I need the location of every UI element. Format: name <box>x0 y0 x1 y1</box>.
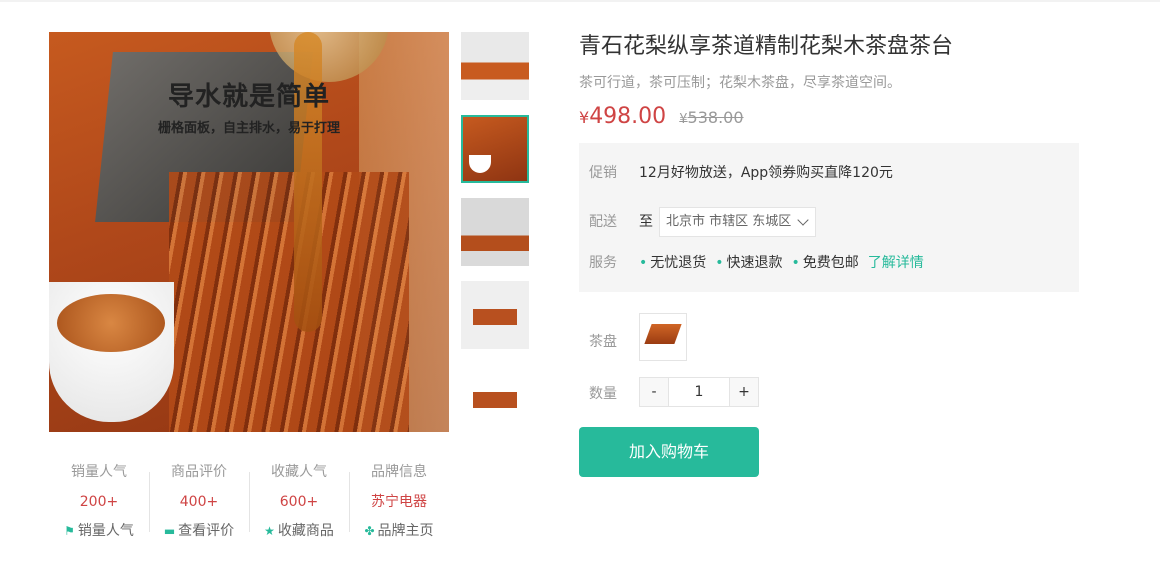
original-price: ¥538.00 <box>679 108 743 127</box>
favorite-link[interactable]: ★ 收藏商品 <box>249 521 349 541</box>
main-product-image: 导水就是简单 栅格面板，自主排水，易于打理 <box>49 32 449 432</box>
stat-value: 苏宁电器 <box>371 494 427 510</box>
top-divider <box>0 0 1160 2</box>
thumbnail-1[interactable] <box>461 32 529 100</box>
thumbnail-2[interactable] <box>461 115 529 183</box>
product-title: 青石花梨纵享茶道精制花梨木茶盘茶台 <box>579 34 954 59</box>
stats-bar: 销量人气 200+ ⚑ 销量人气 商品评价 400+ ▬ 查看评价 收藏人气 600… <box>49 462 449 552</box>
quantity-input[interactable] <box>669 378 729 406</box>
address-select[interactable]: 北京市 市辖区 东城区 <box>659 207 817 237</box>
stat-link-label: 销量人气 <box>77 523 134 539</box>
image-subline: 栅格面板，自主排水，易于打理 <box>157 121 340 136</box>
service-details-link[interactable]: 了解详情 <box>868 255 924 271</box>
star-icon: ★ <box>264 524 275 538</box>
spec-label: 茶盘 <box>589 334 617 350</box>
promo-row: 促销 12月好物放送，App领券购买直降120元 <box>589 163 893 183</box>
service-item: • 免费包邮 <box>792 255 859 271</box>
thumbnail-3[interactable] <box>461 198 529 266</box>
promo-text: 12月好物放送，App领券购买直降120元 <box>639 165 893 181</box>
quantity-stepper: - + <box>639 377 759 407</box>
stat-value: 200+ <box>79 494 119 510</box>
service-row: 服务 • 无忧退货 • 快速退款 • 免费包邮 了解详情 <box>589 253 924 273</box>
product-description: 茶可行道，茶可压制；花梨木茶盘，尽享茶道空间。 <box>579 75 901 91</box>
stat-value: 600+ <box>279 494 319 510</box>
service-text: 快速退款 <box>726 255 783 271</box>
currency-symbol: ¥ <box>579 108 590 127</box>
stat-link-label: 收藏商品 <box>277 523 334 539</box>
chevron-down-icon <box>797 214 809 226</box>
stat-label: 销量人气 <box>71 464 127 480</box>
thumbnail-tray <box>473 309 517 325</box>
currency-symbol: ¥ <box>679 112 688 127</box>
comment-icon: ▬ <box>163 524 176 538</box>
thumbnail-cup <box>469 155 491 173</box>
stat-label: 商品评价 <box>171 464 227 480</box>
spec-option-tray[interactable] <box>639 313 687 361</box>
stat-label: 品牌信息 <box>371 464 427 480</box>
decrease-button[interactable]: - <box>640 378 669 406</box>
current-price: ¥498.00 <box>579 104 666 129</box>
bullet-icon: • <box>715 255 724 271</box>
delivery-prefix: 至 <box>639 214 653 230</box>
add-to-cart-button[interactable]: 加入购物车 <box>579 427 759 477</box>
sales-link[interactable]: ⚑ 销量人气 <box>49 521 149 541</box>
stat-brand: 品牌信息 苏宁电器 ✤ 品牌主页 <box>349 462 449 552</box>
pinwheel-icon: ✤ <box>364 524 375 538</box>
delivery-row: 配送 至北京市 市辖区 东城区 <box>589 207 817 237</box>
stat-value: 400+ <box>179 494 219 510</box>
increase-button[interactable]: + <box>729 378 758 406</box>
promo-label: 促销 <box>589 165 617 181</box>
stat-favorites: 收藏人气 600+ ★ 收藏商品 <box>249 462 349 552</box>
stat-sales: 销量人气 200+ ⚑ 销量人气 <box>49 462 149 552</box>
tray-slats <box>169 172 409 432</box>
service-item: • 快速退款 <box>715 255 782 271</box>
service-item: • 无忧退货 <box>639 255 706 271</box>
thumbnail-4[interactable] <box>461 281 529 349</box>
bullet-icon: • <box>791 255 800 271</box>
address-value: 北京市 市辖区 东城区 <box>666 214 792 229</box>
service-label: 服务 <box>589 255 617 271</box>
stat-link-label: 品牌主页 <box>377 523 434 539</box>
promo-box: 促销 12月好物放送，App领券购买直降120元 配送 至北京市 市辖区 东城区 服… <box>579 143 1079 292</box>
brand-link[interactable]: ✤ 品牌主页 <box>349 521 449 541</box>
bullet-icon: • <box>639 255 648 271</box>
stat-label: 收藏人气 <box>271 464 327 480</box>
spec-option-image <box>644 324 682 344</box>
old-price-value: 538.00 <box>687 108 744 127</box>
delivery-label: 配送 <box>589 214 617 230</box>
image-headline: 导水就是简单 <box>167 82 330 112</box>
quantity-label: 数量 <box>589 386 617 402</box>
service-text: 无忧退货 <box>650 255 707 271</box>
stat-link-label: 查看评价 <box>178 523 235 539</box>
price-value: 498.00 <box>589 104 667 129</box>
reviews-link[interactable]: ▬ 查看评价 <box>149 521 249 541</box>
flag-icon: ⚑ <box>64 524 75 538</box>
price-block: ¥498.00 ¥538.00 <box>579 104 744 133</box>
service-text: 免费包邮 <box>802 255 859 271</box>
thumbnail-5[interactable] <box>461 364 529 432</box>
tea-in-cup <box>57 294 165 352</box>
thumbnail-tray <box>473 392 517 408</box>
stat-reviews: 商品评价 400+ ▬ 查看评价 <box>149 462 249 552</box>
